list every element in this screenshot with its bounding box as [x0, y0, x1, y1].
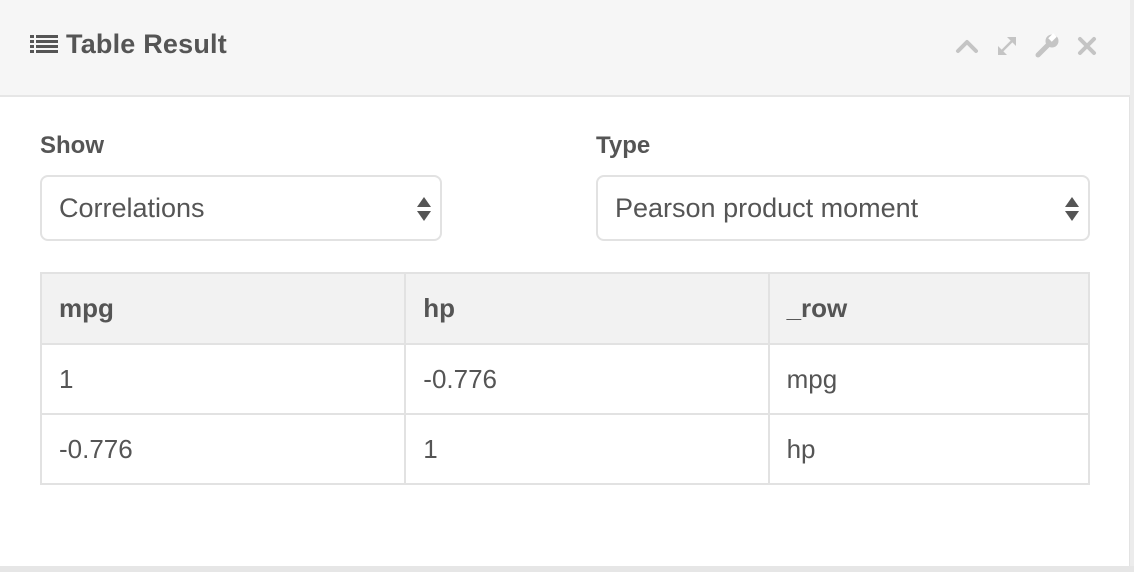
- table-result-panel: Table Result Show Correlations Type Pear…: [0, 0, 1130, 566]
- type-select-value: Pearson product moment: [615, 192, 919, 223]
- show-select[interactable]: Correlations: [40, 175, 442, 241]
- column-header[interactable]: _row: [767, 272, 1091, 345]
- table-row: -0.776 1 hp: [39, 413, 1091, 485]
- table-cell: 1: [39, 343, 407, 415]
- show-select-value: Correlations: [59, 192, 205, 223]
- close-icon[interactable]: [1074, 33, 1100, 59]
- results-table: mpg hp _row 1 -0.776 mpg -0.776 1 hp: [39, 272, 1091, 485]
- list-icon: [30, 34, 58, 54]
- table-cell: mpg: [767, 343, 1091, 415]
- table-cell: -0.776: [404, 343, 770, 415]
- chevron-up-icon[interactable]: [954, 33, 980, 59]
- expand-arrows-icon[interactable]: [994, 33, 1020, 59]
- panel-header: Table Result: [0, 0, 1130, 97]
- panel-title: Table Result: [66, 28, 227, 59]
- table-row: 1 -0.776 mpg: [39, 343, 1091, 415]
- column-header[interactable]: hp: [404, 272, 770, 345]
- table-cell: 1: [404, 413, 770, 485]
- show-label: Show: [40, 132, 104, 159]
- table-cell: -0.776: [39, 413, 407, 485]
- select-arrows-icon: [1064, 196, 1080, 222]
- type-label: Type: [596, 132, 651, 159]
- type-select[interactable]: Pearson product moment: [596, 175, 1090, 241]
- table-header-row: mpg hp _row: [39, 272, 1091, 345]
- table-cell: hp: [767, 413, 1091, 485]
- wrench-icon[interactable]: [1034, 33, 1060, 59]
- panel-bottom-edge: [0, 566, 1134, 572]
- select-arrows-icon: [416, 196, 432, 222]
- column-header[interactable]: mpg: [39, 272, 407, 345]
- panel-title-group: Table Result: [30, 26, 227, 62]
- panel-controls: [954, 33, 1100, 59]
